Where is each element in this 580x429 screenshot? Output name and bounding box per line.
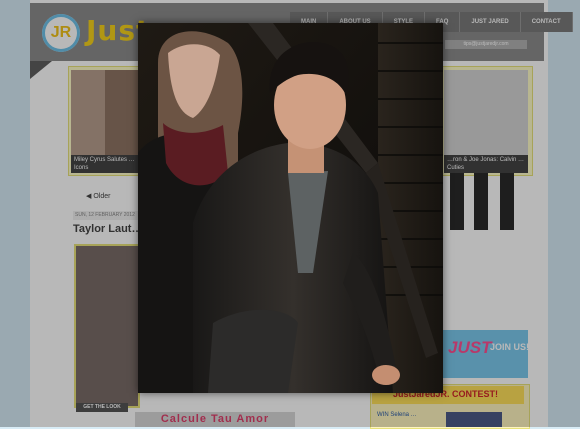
photo-image xyxy=(138,23,443,393)
lightbox-photo[interactable] xyxy=(138,23,443,393)
